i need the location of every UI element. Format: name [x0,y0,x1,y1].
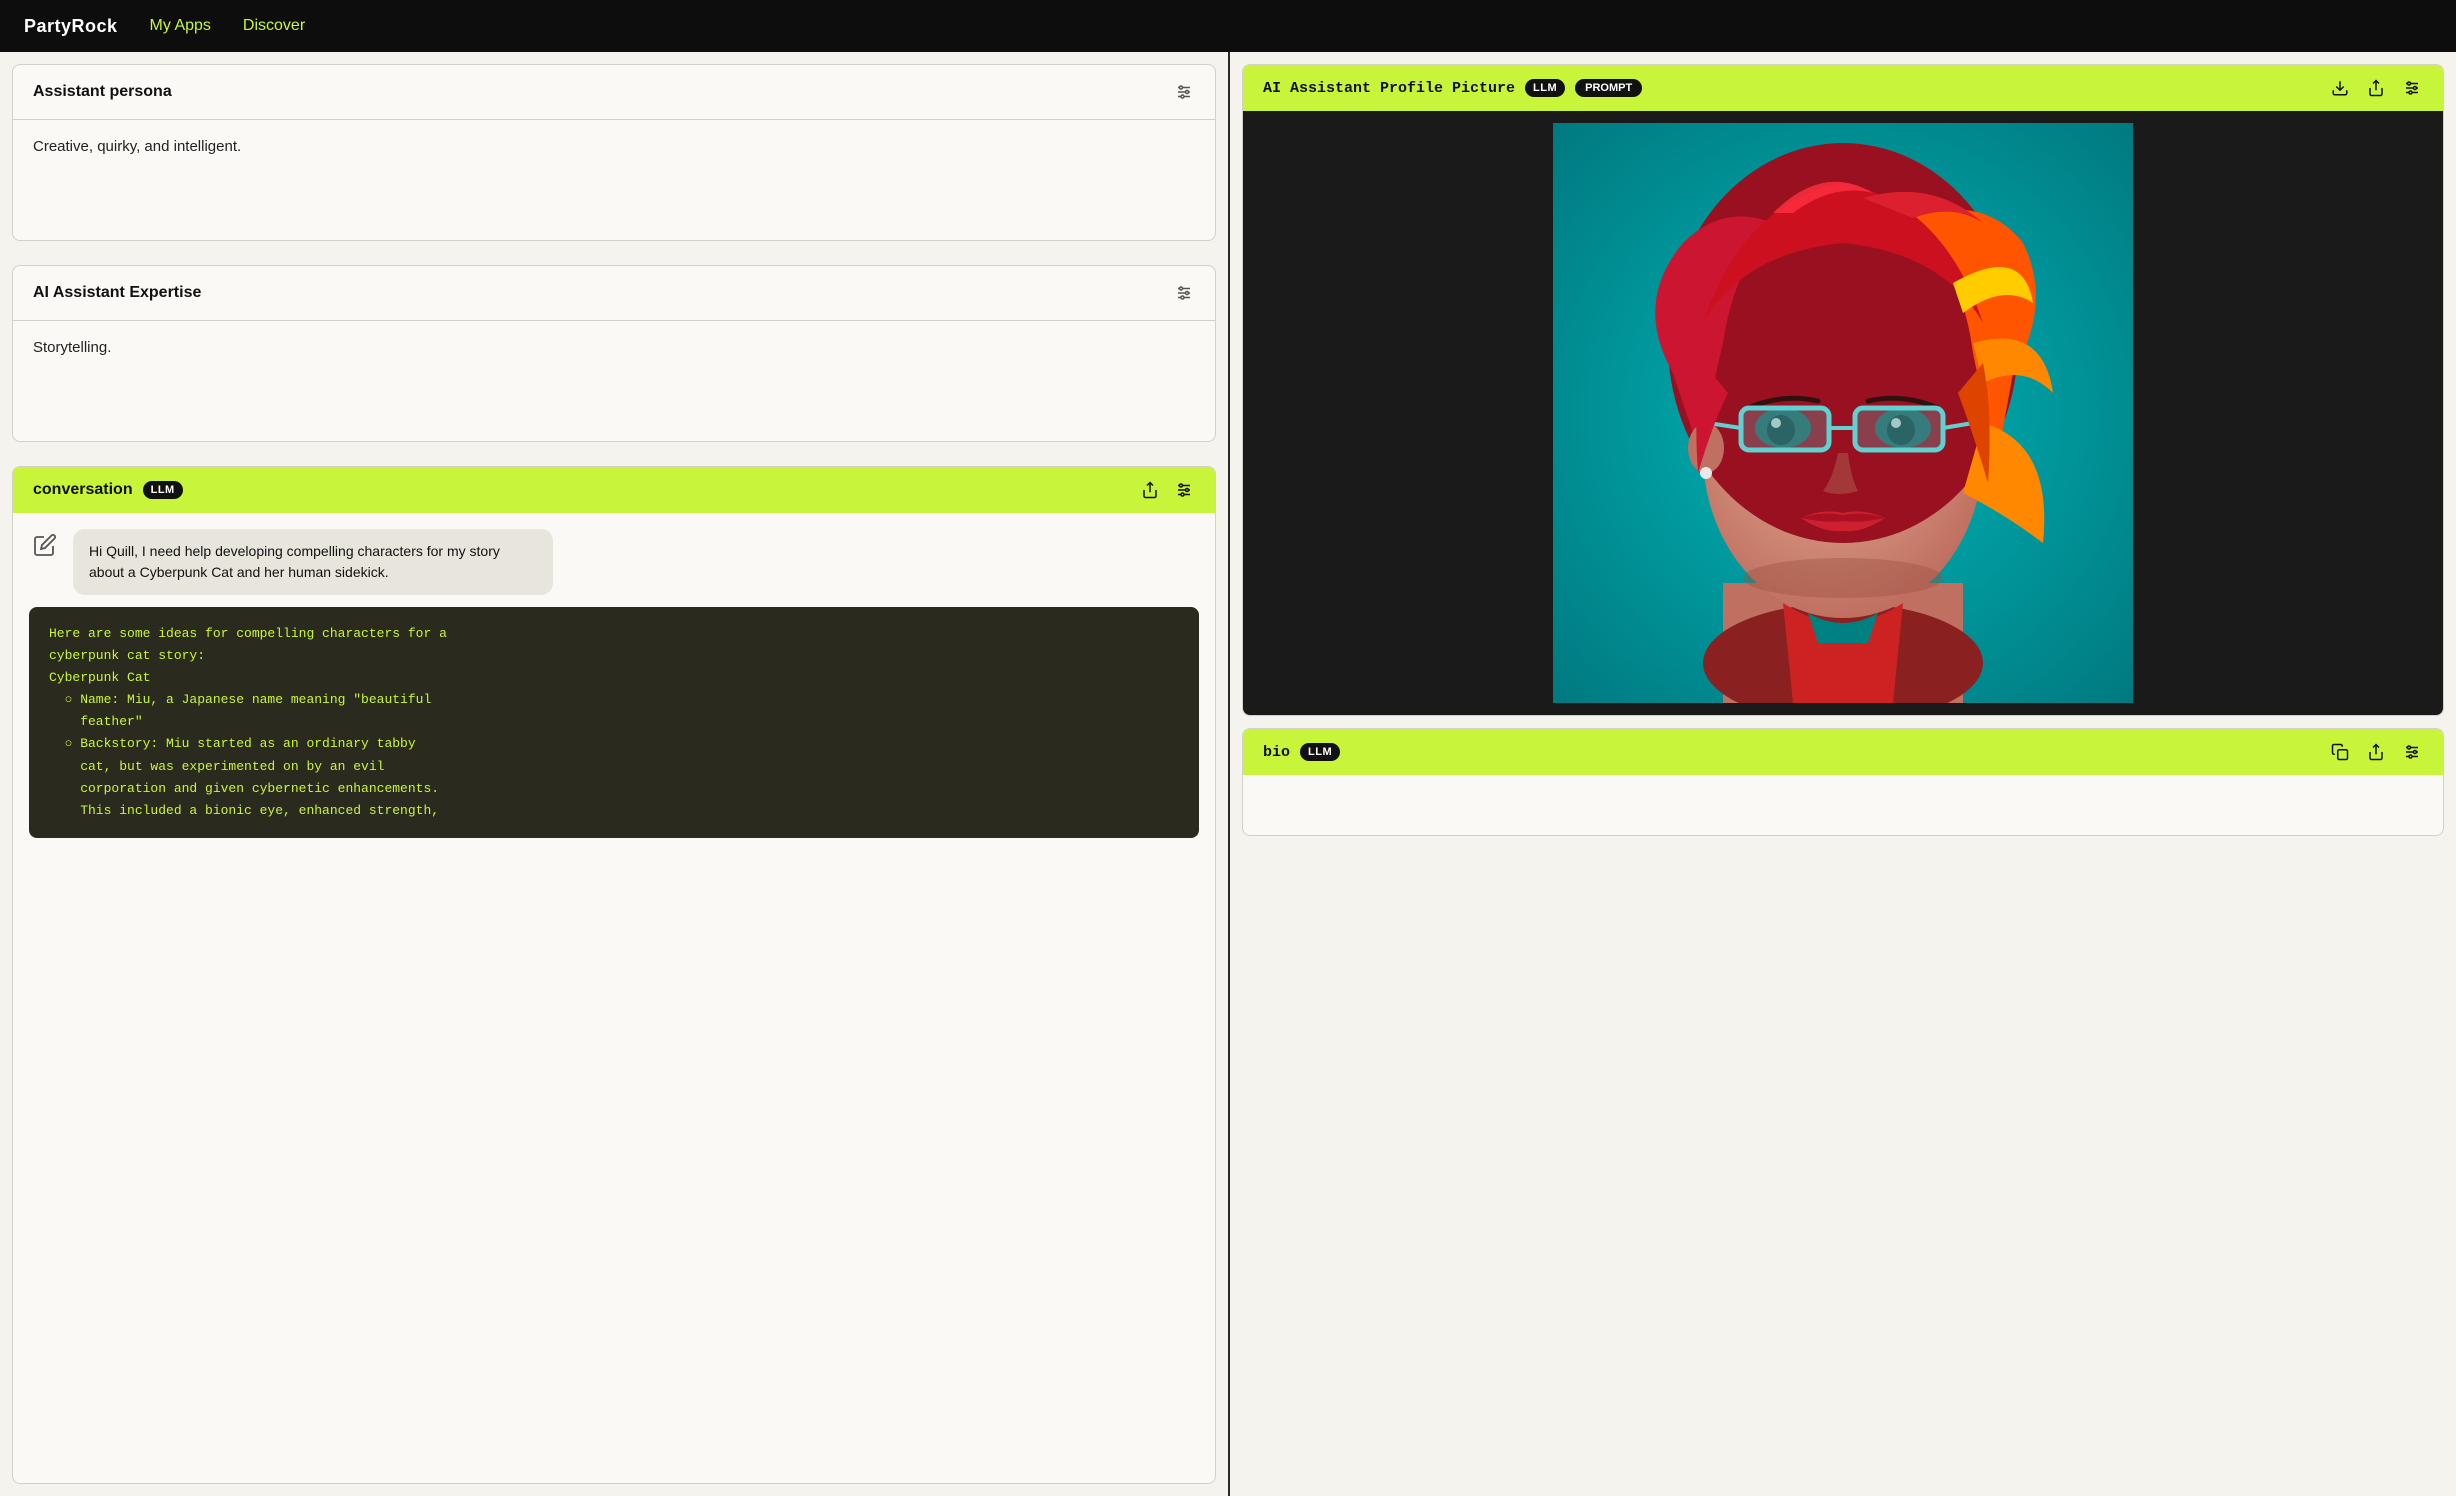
image-title: AI Assistant Profile Picture [1263,80,1515,97]
conversation-badge: LLM [143,481,183,499]
bio-title-group: bio LLM [1263,743,1340,761]
persona-settings-button[interactable] [1173,81,1195,103]
expertise-header: AI Assistant Expertise [13,266,1215,321]
image-header: AI Assistant Profile Picture LLM PROMPT [1243,65,2443,111]
conversation-title: conversation [33,481,133,499]
conversation-title-group: conversation LLM [33,481,183,499]
left-column: Assistant persona Creative, quirky, and … [0,52,1228,1496]
bio-header: bio LLM [1243,729,2443,775]
expertise-body: Storytelling. [13,321,1215,441]
user-bubble: Hi Quill, I need help developing compell… [73,529,553,595]
bio-badge: LLM [1300,743,1340,761]
expertise-title: AI Assistant Expertise [33,284,201,302]
image-download-button[interactable] [2329,77,2351,99]
ai-response: Here are some ideas for compelling chara… [29,607,1199,838]
bio-title: bio [1263,744,1290,761]
bio-copy-button[interactable] [2329,741,2351,763]
conversation-header: conversation LLM [13,467,1215,513]
user-message: Hi Quill, I need help developing compell… [29,529,1199,595]
image-title-group: AI Assistant Profile Picture LLM PROMPT [1263,79,1642,97]
bio-settings-button[interactable] [2401,741,2423,763]
image-actions [2329,77,2423,99]
conversation-widget: conversation LLM [12,466,1216,1484]
persona-body: Creative, quirky, and intelligent. [13,120,1215,240]
bio-body [1243,775,2443,835]
persona-title: Assistant persona [33,83,172,101]
generated-image [1255,123,2431,703]
edit-icon [29,529,61,561]
nav-my-apps[interactable]: My Apps [150,17,211,35]
persona-value: Creative, quirky, and intelligent. [33,138,241,155]
conversation-actions [1139,479,1195,501]
image-widget: AI Assistant Profile Picture LLM PROMPT [1242,64,2444,716]
expertise-settings-button[interactable] [1173,282,1195,304]
image-badge-prompt: PROMPT [1575,79,1642,97]
image-share-button[interactable] [2365,77,2387,99]
main-content: Assistant persona Creative, quirky, and … [0,52,2456,1496]
conversation-settings-button[interactable] [1173,479,1195,501]
bio-widget: bio LLM [1242,728,2444,836]
user-message-text: Hi Quill, I need help developing compell… [89,543,500,580]
expertise-widget: AI Assistant Expertise Storytelling. [12,265,1216,442]
image-settings-button[interactable] [2401,77,2423,99]
conversation-share-button[interactable] [1139,479,1161,501]
navigation: PartyRock My Apps Discover [0,0,2456,52]
persona-widget: Assistant persona Creative, quirky, and … [12,64,1216,241]
conversation-body: Hi Quill, I need help developing compell… [13,513,1215,854]
expertise-value: Storytelling. [33,339,111,356]
nav-discover[interactable]: Discover [243,17,305,35]
image-badge-llm: LLM [1525,79,1565,97]
persona-header: Assistant persona [13,65,1215,120]
bio-share-button[interactable] [2365,741,2387,763]
bio-actions [2329,741,2423,763]
image-body [1243,111,2443,715]
logo: PartyRock [24,16,118,37]
right-column: AI Assistant Profile Picture LLM PROMPT [1228,52,2456,1496]
ai-response-text: Here are some ideas for compelling chara… [49,623,1179,822]
